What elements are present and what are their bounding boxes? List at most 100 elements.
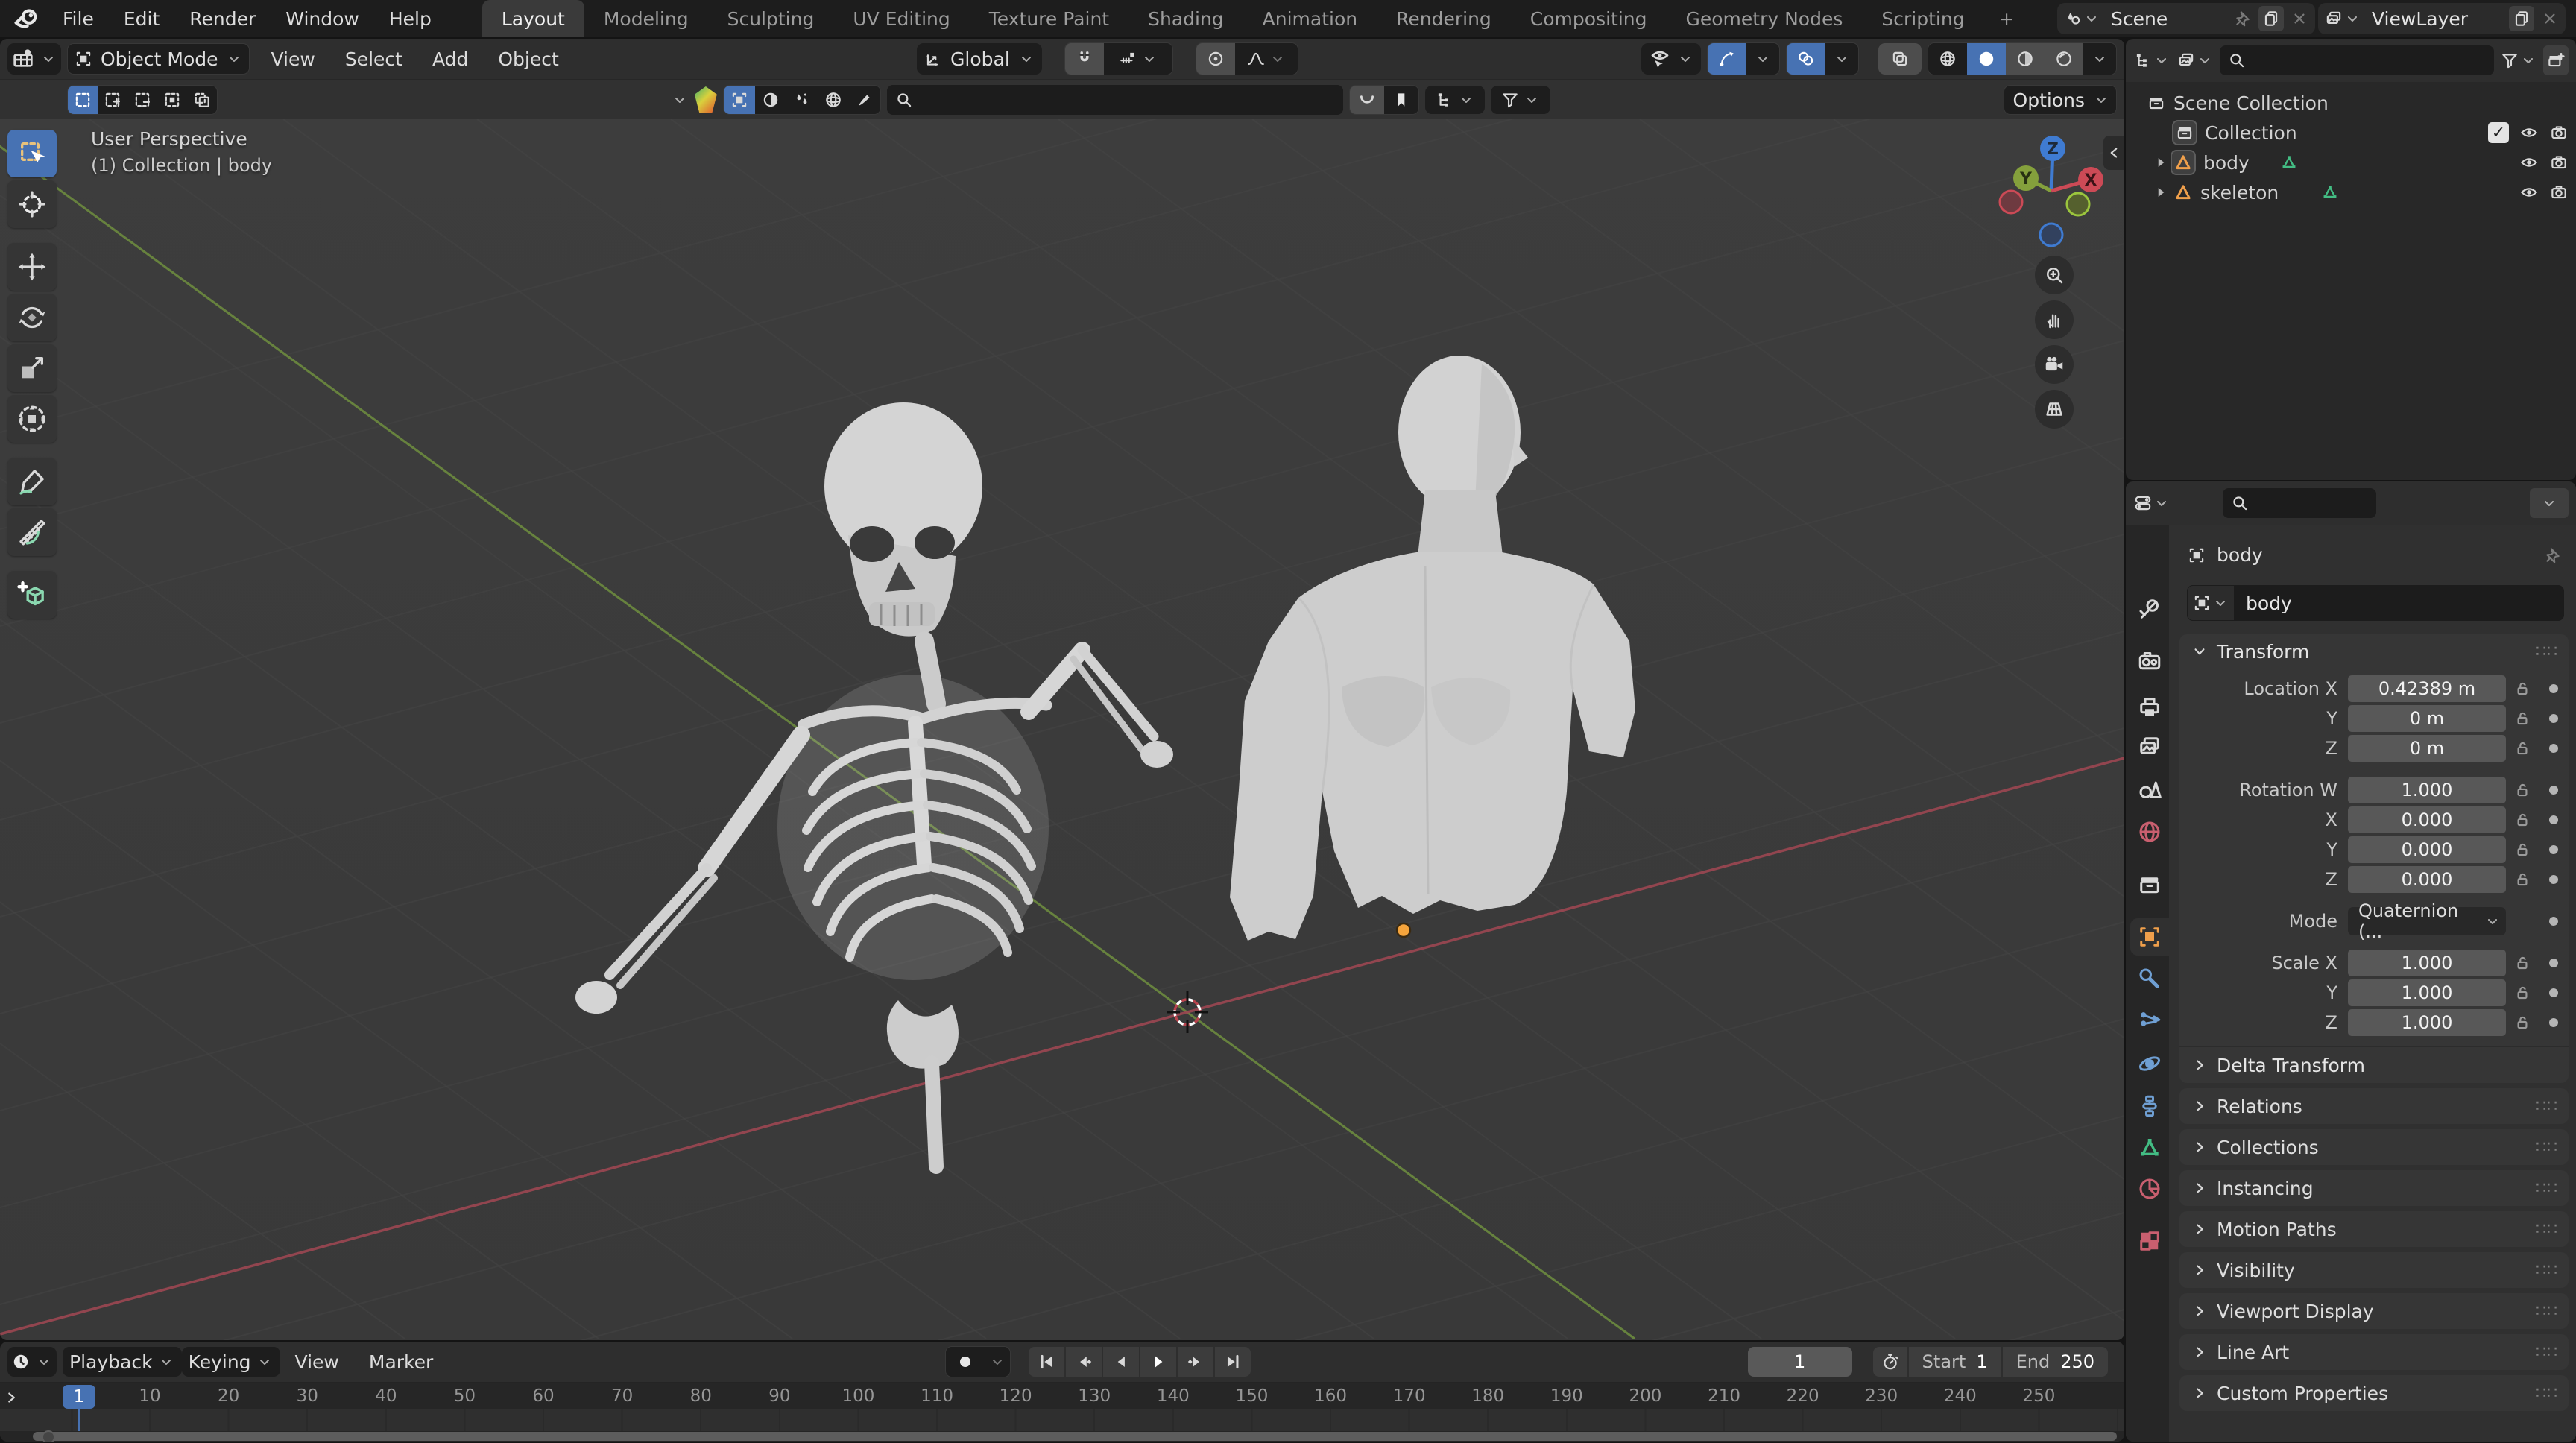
panel-collections[interactable]: Collections∷∷ [2179, 1129, 2569, 1165]
viewport-canvas[interactable]: User Perspective (1) Collection | body [0, 119, 2124, 1340]
auto-key-dropdown[interactable] [985, 1347, 1010, 1377]
outliner-search-field[interactable] [2220, 45, 2494, 75]
menu-help[interactable]: Help [374, 0, 446, 37]
tool-search-field[interactable] [887, 85, 1343, 115]
rotation-y-field[interactable]: 0.000 [2348, 836, 2506, 863]
scale-tool[interactable] [7, 344, 57, 392]
bookmark-toggle[interactable] [1384, 86, 1418, 114]
workspace-tab-texture-paint[interactable]: Texture Paint [970, 0, 1128, 37]
select-intersect-button[interactable] [187, 86, 217, 114]
remove-view-layer-icon[interactable] [2540, 9, 2560, 28]
properties-tab-object[interactable] [2130, 918, 2169, 956]
rotation-x-field[interactable]: 0.000 [2348, 806, 2506, 833]
select-extend-button[interactable] [98, 86, 127, 114]
object-origin-dot[interactable] [1397, 923, 1410, 937]
animate-dot[interactable] [2549, 959, 2558, 967]
viewport-menu-add[interactable]: Add [417, 40, 483, 78]
proportional-editing-toggle[interactable] [1196, 43, 1235, 75]
properties-tab-material[interactable] [2130, 1170, 2169, 1207]
body-model[interactable] [1230, 356, 1635, 941]
properties-tab-texture[interactable] [2130, 1222, 2169, 1260]
lock-open-icon[interactable] [2513, 810, 2532, 830]
filter-object-button[interactable] [724, 86, 755, 114]
next-keyframe-button[interactable] [1178, 1347, 1213, 1377]
animate-dot[interactable] [2549, 786, 2558, 795]
mesh-data-icon[interactable] [2279, 153, 2299, 172]
move-tool[interactable] [7, 243, 57, 291]
properties-tab-scene[interactable] [2130, 771, 2169, 808]
new-collection-button[interactable] [2543, 45, 2569, 75]
rotation-mode-field[interactable]: Quaternion (... [2348, 907, 2506, 935]
outliner-row-skeleton[interactable]: skeleton [2126, 177, 2576, 207]
mesh-data-icon[interactable] [2320, 183, 2340, 202]
chevron-right-icon[interactable] [1, 1388, 21, 1407]
breadcrumb-object[interactable]: body [2217, 544, 2263, 566]
mode-dropdown[interactable]: Object Mode [67, 43, 250, 75]
scrollbar-knob[interactable] [42, 1430, 55, 1442]
eye-icon[interactable] [2519, 183, 2539, 202]
camera-icon[interactable] [2549, 123, 2569, 142]
preview-range-toggle[interactable] [1873, 1347, 1907, 1377]
filter-dropdown[interactable] [1491, 86, 1550, 114]
transform-tool[interactable] [7, 395, 57, 443]
eye-icon[interactable] [2519, 123, 2539, 142]
play-button[interactable] [1140, 1347, 1176, 1377]
rotation-w-field[interactable]: 1.000 [2348, 777, 2506, 803]
outliner-display-mode-button[interactable] [2176, 51, 2214, 70]
prev-keyframe-button[interactable] [1066, 1347, 1102, 1377]
animate-dot[interactable] [2549, 917, 2558, 926]
snap-target-dropdown[interactable] [1104, 43, 1172, 75]
filter-world-button[interactable] [818, 86, 849, 114]
animate-dot[interactable] [2549, 1018, 2558, 1027]
play-reverse-button[interactable] [1103, 1347, 1139, 1377]
camera-icon[interactable] [2549, 183, 2569, 202]
rotate-tool[interactable] [7, 294, 57, 341]
workspace-tab-rendering[interactable]: Rendering [1377, 0, 1511, 37]
collection-checkbox[interactable]: ✓ [2488, 122, 2509, 143]
viewport-menu-view[interactable]: View [256, 40, 329, 78]
animate-dot[interactable] [2549, 744, 2558, 753]
panel-grip[interactable]: ∷∷ [2536, 1220, 2558, 1239]
properties-tab-render[interactable] [2130, 642, 2169, 680]
scrollbar-thumb[interactable] [33, 1432, 2117, 1441]
sidebar-toggle[interactable] [2103, 136, 2124, 170]
xray-toggle[interactable] [1878, 43, 1922, 75]
panel-grip[interactable]: ∷∷ [2536, 1302, 2558, 1321]
panel-instancing[interactable]: Instancing∷∷ [2179, 1170, 2569, 1206]
end-frame-field[interactable]: End250 [2003, 1347, 2108, 1377]
animate-dot[interactable] [2549, 714, 2558, 723]
workspace-tab-uv-editing[interactable]: UV Editing [833, 0, 969, 37]
workspace-tab-scripting[interactable]: Scripting [1862, 0, 1983, 37]
chevron-down-icon[interactable] [671, 91, 689, 109]
object-id-button[interactable] [2187, 585, 2234, 621]
visibility-dropdown[interactable] [1641, 43, 1701, 75]
panel-line-art[interactable]: Line Art∷∷ [2179, 1334, 2569, 1370]
scale-z-field[interactable]: 1.000 [2348, 1009, 2506, 1036]
show-overlays-toggle[interactable] [1787, 43, 1825, 75]
falloff-dropdown[interactable] [1235, 43, 1298, 75]
orientation-dropdown[interactable]: Global [917, 43, 1042, 75]
shading-material-button[interactable] [2006, 43, 2045, 75]
eye-icon[interactable] [2519, 153, 2539, 172]
properties-tab-tool[interactable] [2130, 590, 2169, 628]
timeline-menu-marker[interactable]: Marker [354, 1347, 448, 1377]
auto-key-toggle[interactable] [946, 1347, 985, 1377]
lock-open-icon[interactable] [2513, 679, 2532, 698]
show-gizmo-toggle[interactable] [1708, 43, 1746, 75]
properties-tab-modifiers[interactable] [2130, 960, 2169, 997]
panel-motion-paths[interactable]: Motion Paths∷∷ [2179, 1211, 2569, 1247]
properties-search-field[interactable] [2223, 488, 2376, 518]
select-new-button[interactable] [68, 86, 98, 114]
menu-render[interactable]: Render [174, 0, 271, 37]
navigation-gizmo[interactable]: Z Y X [1977, 119, 2124, 268]
add-workspace-tab[interactable]: + [1987, 0, 2027, 37]
panel-grip[interactable]: ∷∷ [2536, 1343, 2558, 1362]
expand-arrow-icon[interactable] [2151, 153, 2171, 172]
shading-rendered-button[interactable] [2045, 43, 2083, 75]
workspace-tab-modeling[interactable]: Modeling [584, 0, 708, 37]
workspace-tab-compositing[interactable]: Compositing [1511, 0, 1667, 37]
playhead[interactable]: 1 [63, 1385, 95, 1409]
timeline-menu-keying[interactable]: Keying [182, 1347, 280, 1377]
timeline-editor-type-button[interactable] [7, 1347, 57, 1377]
properties-tab-view-layer[interactable] [2130, 728, 2169, 765]
